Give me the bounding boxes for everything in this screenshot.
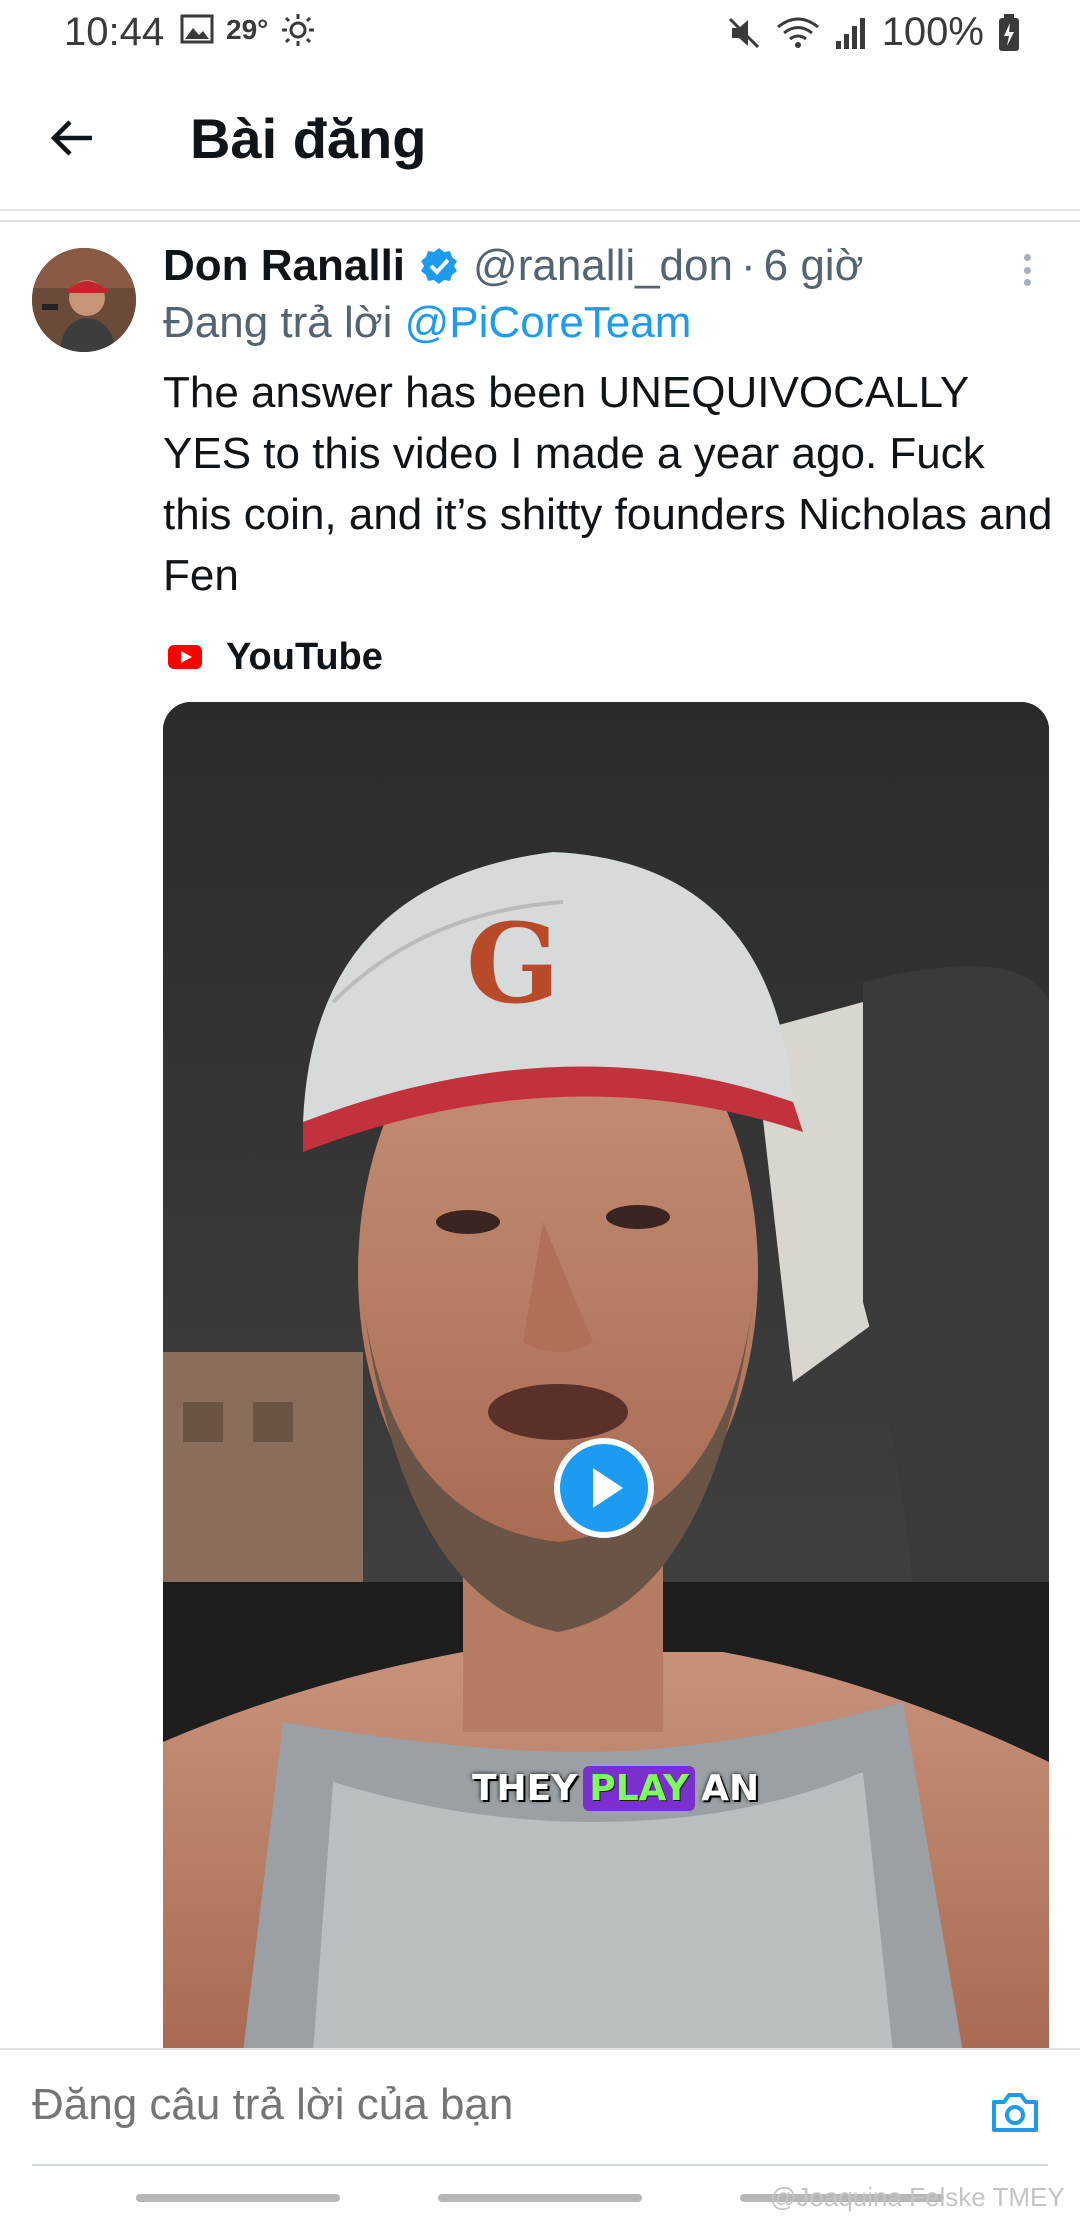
author-avatar[interactable] xyxy=(32,248,136,352)
post-time: 6 giờ xyxy=(763,241,864,290)
post-text: The answer has been UNEQUIVOCALLY YES to… xyxy=(163,368,1053,600)
link-source[interactable]: YouTube xyxy=(168,632,383,682)
caption-word-3: AN xyxy=(701,1767,760,1809)
more-options-button[interactable] xyxy=(1012,250,1042,290)
play-video-button[interactable] xyxy=(554,1438,654,1538)
signal-icon xyxy=(835,17,865,49)
battery-percent: 100% xyxy=(881,10,984,54)
status-bar: 10:44 29° 100% xyxy=(0,0,1080,64)
status-time: 10:44 xyxy=(64,10,165,54)
weather-sun-icon xyxy=(282,14,314,46)
replying-to: Đang trả lời @PiCoreTeam xyxy=(163,298,691,348)
page-title: Bài đăng xyxy=(190,107,427,170)
watermark-text: @Joaquina Felske TMEY xyxy=(770,2182,1065,2212)
battery-charging-icon xyxy=(999,13,1019,51)
youtube-icon xyxy=(168,645,202,669)
nav-home-handle[interactable] xyxy=(438,2194,642,2202)
gallery-notification-icon xyxy=(180,14,214,44)
video-thumbnail[interactable]: G xyxy=(163,702,1049,2052)
wifi-icon xyxy=(776,17,819,48)
thread-divider xyxy=(0,220,1080,222)
camera-icon[interactable] xyxy=(990,2090,1040,2134)
status-temperature: 29° xyxy=(226,14,269,45)
arrow-left-icon xyxy=(50,120,92,156)
meta-separator: · xyxy=(740,241,756,290)
verified-badge-icon xyxy=(421,248,458,284)
status-right-group: 100% xyxy=(726,10,1020,55)
app-bar: Bài đăng xyxy=(0,64,1080,210)
header-divider xyxy=(0,209,1080,211)
reply-mention-link[interactable]: @PiCoreTeam xyxy=(405,298,692,347)
author-handle[interactable]: @ranalli_don xyxy=(473,241,733,291)
reply-composer xyxy=(0,2048,1080,2168)
mute-icon xyxy=(728,17,759,48)
caption-word-1: THEY xyxy=(472,1767,578,1809)
reply-prefix: Đang trả lời xyxy=(163,298,393,347)
reply-underline xyxy=(32,2164,1048,2166)
source-label: YouTube xyxy=(226,635,383,678)
video-caption: THEY PLAY AN xyxy=(472,1758,759,1818)
video-frame-image: G xyxy=(163,702,1049,2052)
more-vertical-icon xyxy=(1023,254,1031,261)
caption-word-highlight: PLAY xyxy=(583,1765,696,1811)
author-name[interactable]: Don Ranalli xyxy=(163,241,405,291)
reply-input[interactable] xyxy=(32,2080,932,2130)
nav-recents-handle[interactable] xyxy=(136,2194,340,2202)
back-button[interactable] xyxy=(40,106,104,170)
author-row: Don Ranalli @ranalli_don · 6 giờ xyxy=(163,236,863,296)
svg-text:G: G xyxy=(466,899,560,1028)
